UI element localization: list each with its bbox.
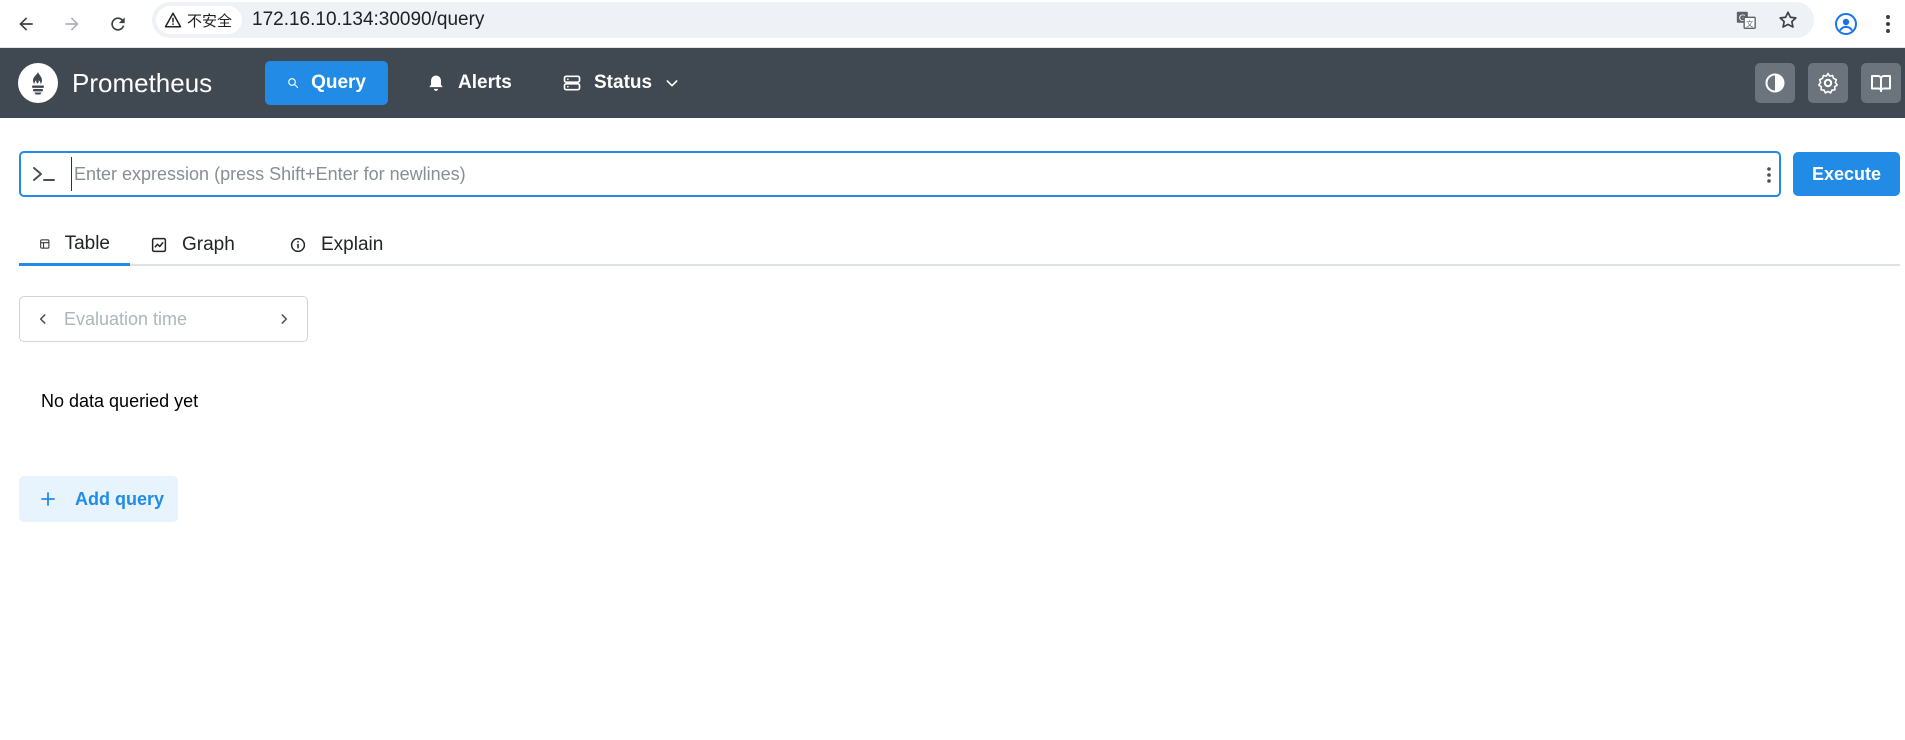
expression-input[interactable] [71, 157, 1731, 191]
account-icon [1835, 13, 1857, 35]
forward-button[interactable] [54, 6, 90, 42]
bell-icon [429, 75, 443, 91]
browser-toolbar: 不安全 172.16.10.134:30090/query G文 [0, 0, 1905, 48]
nav-query[interactable]: Query [265, 61, 388, 105]
arrow-right-icon [65, 17, 79, 31]
tab-table-label: Table [64, 232, 110, 254]
svg-text:文: 文 [1746, 19, 1754, 28]
add-query-button[interactable]: Add query [19, 476, 178, 522]
url-text[interactable]: 172.16.10.134:30090/query [252, 2, 484, 38]
warning-icon [164, 12, 182, 28]
tab-graph-label: Graph [182, 234, 235, 255]
back-button[interactable] [8, 6, 44, 42]
tab-table[interactable]: Table [19, 224, 130, 266]
nav-query-label: Query [311, 72, 366, 93]
translate-icon[interactable]: G文 [1734, 8, 1758, 32]
execute-button[interactable]: Execute [1793, 152, 1900, 196]
expression-editor[interactable] [19, 151, 1781, 197]
search-icon [288, 78, 299, 89]
kebab-menu-icon [1767, 167, 1771, 183]
documentation-button[interactable] [1861, 63, 1901, 103]
table-icon [40, 238, 50, 249]
graph-icon [151, 237, 167, 253]
brand[interactable]: Prometheus [18, 62, 212, 104]
plus-icon [41, 492, 55, 506]
nav-status-label: Status [594, 72, 653, 93]
reload-button[interactable] [100, 6, 136, 42]
arrow-left-icon [19, 17, 33, 31]
security-label: 不安全 [187, 12, 233, 30]
chevron-right-icon [281, 314, 288, 324]
reload-icon [111, 17, 125, 31]
previous-time-button[interactable] [34, 310, 52, 328]
nav-status-dropdown[interactable]: Status [540, 61, 702, 105]
tab-graph[interactable]: Graph [130, 224, 255, 266]
settings-button[interactable] [1808, 63, 1848, 103]
address-bar[interactable]: 不安全 172.16.10.134:30090/query G文 [152, 2, 1814, 38]
brand-name: Prometheus [72, 67, 213, 98]
info-icon [290, 237, 306, 253]
server-icon [563, 75, 581, 91]
browser-menu-button[interactable] [1876, 6, 1900, 42]
terminal-prompt-icon [33, 167, 55, 181]
contrast-icon [1765, 73, 1785, 93]
gear-icon [1818, 72, 1838, 94]
evaluation-time-picker: Evaluation time [19, 296, 308, 342]
kebab-menu-icon [1886, 15, 1890, 33]
tab-explain[interactable]: Explain [269, 224, 403, 266]
security-indicator[interactable]: 不安全 [156, 6, 243, 34]
expression-options-button[interactable] [1759, 163, 1779, 187]
profile-button[interactable] [1828, 6, 1864, 42]
next-time-button[interactable] [275, 310, 293, 328]
result-tabs: Table Graph Explain [19, 224, 1900, 266]
evaluation-time-input[interactable]: Evaluation time [64, 297, 187, 341]
chevron-down-icon [666, 80, 678, 87]
tab-explain-label: Explain [321, 234, 384, 255]
bookmark-star-icon[interactable] [1776, 8, 1800, 32]
nav-alerts[interactable]: Alerts [404, 61, 534, 105]
add-query-label: Add query [75, 488, 165, 509]
empty-result-message: No data queried yet [41, 391, 199, 411]
book-icon [1871, 75, 1891, 92]
nav-alerts-label: Alerts [458, 72, 512, 93]
theme-toggle-button[interactable] [1755, 63, 1795, 103]
prometheus-logo-icon [18, 63, 58, 103]
app-navbar: Prometheus Query Alerts Status [0, 48, 1905, 118]
chevron-left-icon [39, 314, 46, 324]
